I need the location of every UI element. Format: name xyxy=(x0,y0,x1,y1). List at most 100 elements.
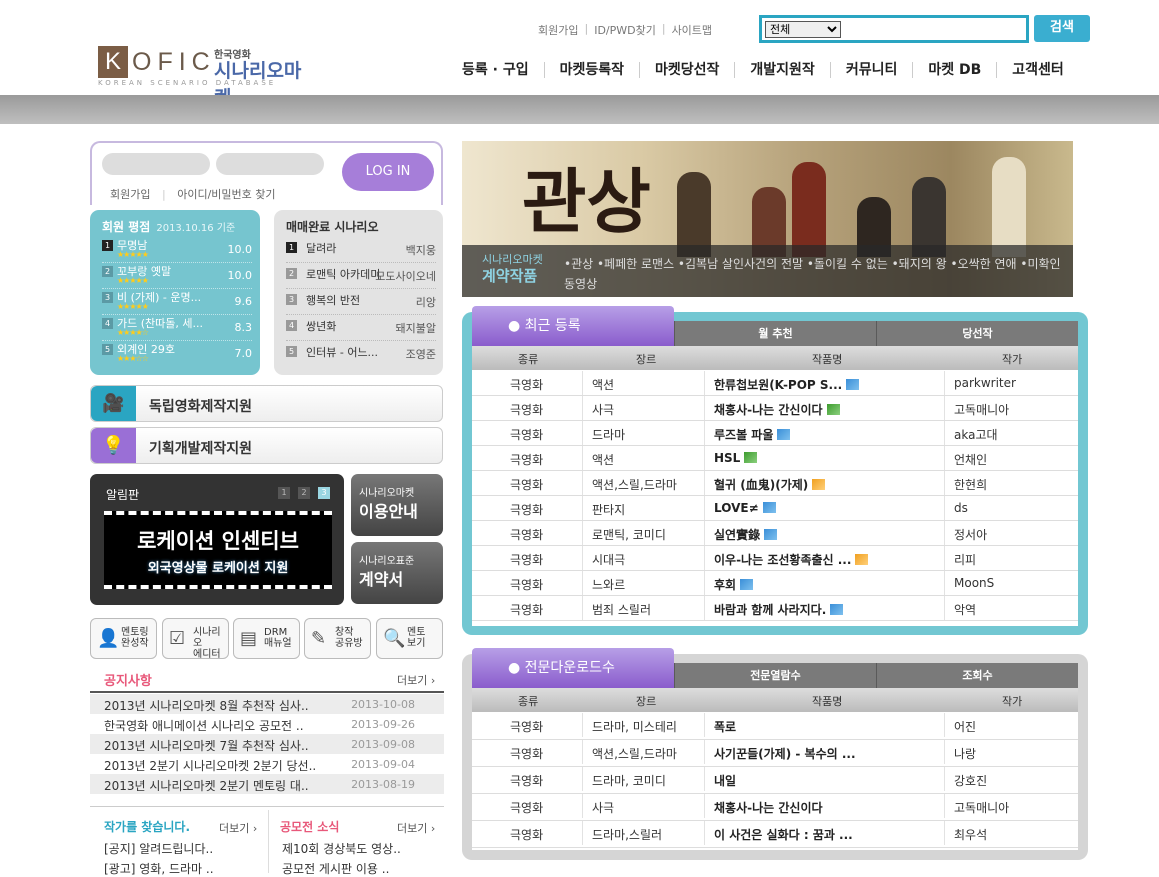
table-row[interactable]: 극영화 드라마,스릴러 이 사건은 실화다 : 꿈과 ... 최우석 xyxy=(472,821,1078,848)
table-row[interactable]: 극영화 액션 HSL 언채인 xyxy=(472,446,1078,471)
notice-item[interactable]: 2013년 시나리오마켓 8월 추천작 심사.. 2013-10-08 xyxy=(90,694,444,714)
table-row[interactable]: 극영화 느와르 후회 MoonS xyxy=(472,571,1078,596)
cell-title[interactable]: 폭로 xyxy=(714,718,949,735)
cell-genre: 판타지 xyxy=(592,503,626,517)
tab-downloads[interactable]: ● 전문다운로드수 xyxy=(472,648,674,688)
cell-title[interactable]: 채홍사-나는 간신이다 xyxy=(714,401,949,418)
nav-market-winners[interactable]: 마켓당선작 xyxy=(639,62,734,78)
sitemap-link[interactable]: 사이트맵 xyxy=(672,22,712,38)
table-row[interactable]: 극영화 범죄 스릴러 바람과 함께 사라지다. 악역 xyxy=(472,596,1078,621)
nav-community[interactable]: 커뮤니티 xyxy=(829,62,913,78)
cell-title[interactable]: HSL xyxy=(714,451,949,465)
rating-item[interactable]: 4 가드 (찬따돌, 세... ★★★★☆ 8.3 xyxy=(102,315,252,341)
tab-recent[interactable]: ● 최근 등록 xyxy=(472,306,674,346)
cell-type: 극영화 xyxy=(510,503,544,517)
table-row[interactable]: 극영화 액션,스릴,드라마 사기꾼들(가제) - 복수의 ... 나랑 xyxy=(472,740,1078,767)
table-row[interactable]: 극영화 로맨틱, 코미디 실연實錄 정서아 xyxy=(472,521,1078,546)
notices-more-link[interactable]: 더보기 › xyxy=(397,672,435,688)
tab-monthly-pick[interactable]: 월 추천 xyxy=(674,321,876,346)
indie-film-support-button[interactable]: 🎥 독립영화제작지원 xyxy=(90,385,443,422)
cell-title[interactable]: 내일 xyxy=(714,772,949,789)
cell-author: 최우석 xyxy=(954,828,988,842)
table-row[interactable]: 극영화 판타지 LOVE≠ ds xyxy=(472,496,1078,521)
notice-item[interactable]: 2013년 시나리오마켓 7월 추천작 심사.. 2013-09-08 xyxy=(90,734,444,754)
board-page-3[interactable]: 3 xyxy=(318,487,330,499)
planning-support-button[interactable]: 💡 기획개발제작지원 xyxy=(90,427,443,464)
table-row[interactable]: 극영화 액션 한류첩보원(K-POP S... parkwriter xyxy=(472,371,1078,396)
sold-item[interactable]: 5 인터뷰 - 어느... 조영준 xyxy=(286,341,436,367)
tab-views[interactable]: 조회수 xyxy=(876,663,1078,688)
cell-title[interactable]: 한류첩보원(K-POP S... xyxy=(714,376,949,393)
table-row[interactable]: 극영화 드라마, 코미디 내일 강호진 xyxy=(472,767,1078,794)
mentoring-works-button[interactable]: 👤 멘토링 완성작 xyxy=(90,618,157,659)
contest-item[interactable]: 제10회 경상북도 영상.. xyxy=(282,840,442,857)
cell-title[interactable]: 이 사건은 실화다 : 꿈과 ... xyxy=(714,826,949,843)
view-mentors-button[interactable]: 🔍 멘토 보기 xyxy=(376,618,443,659)
cell-title[interactable]: 실연實錄 xyxy=(714,526,949,543)
rating-item[interactable]: 3비 (가제) - 운명... ★★★★★ 9.6 xyxy=(102,289,252,315)
contracted-works-banner[interactable]: 관상 시나리오마켓 계약작품 •관상 •페페한 로맨스 •김복남 살인사건의 전… xyxy=(462,141,1073,297)
sold-item[interactable]: 4 쌍년화 돼지불알 xyxy=(286,315,436,341)
password-input[interactable] xyxy=(216,153,324,175)
table-row[interactable]: 극영화 사극 채홍사-나는 간신이다 고독매니아 xyxy=(472,396,1078,421)
find-writer-item[interactable]: [공지] 알려드립니다.. xyxy=(104,840,264,857)
contest-more-link[interactable]: 더보기 › xyxy=(397,820,435,836)
nav-market-db[interactable]: 마켓 DB xyxy=(912,62,996,78)
cell-title[interactable]: 채홍사-나는 간신이다 xyxy=(714,799,949,816)
cell-type: 극영화 xyxy=(510,453,544,467)
cell-title[interactable]: 사기꾼들(가제) - 복수의 ... xyxy=(714,745,949,762)
id-input[interactable] xyxy=(102,153,210,175)
table-row[interactable]: 극영화 드라마 루즈볼 파울 aka고대 xyxy=(472,421,1078,446)
cell-title[interactable]: 바람과 함께 사라지다. xyxy=(714,601,949,618)
search-button[interactable]: 검색 xyxy=(1034,15,1090,42)
rating-item[interactable]: 5 외계인 29호 ★★★☆☆ 7.0 xyxy=(102,341,252,367)
cell-title[interactable]: 혈귀 (血鬼)(가제) xyxy=(714,476,949,493)
login-button[interactable]: LOG IN xyxy=(342,153,434,191)
table-row[interactable]: 극영화 액션,스릴,드라마 혈귀 (血鬼)(가제) 한현희 xyxy=(472,471,1078,496)
flag-icon xyxy=(777,429,791,440)
table-row[interactable]: 극영화 사극 채홍사-나는 간신이다 고독매니아 xyxy=(472,794,1078,821)
cell-genre: 느와르 xyxy=(592,578,626,592)
cell-type: 극영화 xyxy=(510,378,544,392)
notice-item[interactable]: 한국영화 애니메이션 시나리오 공모전 .. 2013-09-26 xyxy=(90,714,444,734)
sold-item[interactable]: 1 달려라 백지웅 xyxy=(286,237,436,263)
join-link[interactable]: 회원가입 xyxy=(538,22,578,38)
find-writer-more-link[interactable]: 더보기 › xyxy=(219,820,257,836)
rating-item[interactable]: 1 무명남 ★★★★★ 10.0 xyxy=(102,237,252,263)
creative-share-button[interactable]: ✎ 창작 공유방 xyxy=(304,618,371,659)
nav-register[interactable]: 등록 · 구입 xyxy=(462,62,544,78)
notice-item[interactable]: 2013년 시나리오마켓 2분기 멘토링 대.. 2013-08-19 xyxy=(90,774,444,794)
board-headline: 로케이션 인센티브 xyxy=(137,529,299,553)
drm-manual-button[interactable]: ▤ DRM 매뉴얼 xyxy=(233,618,300,659)
find-id-link[interactable]: ID/PWD찾기 xyxy=(594,22,656,38)
cell-title[interactable]: 이우-나는 조선황족출신 ... xyxy=(714,551,949,568)
rating-item[interactable]: 2 꼬부랑 옛말 ★★★★★ 10.0 xyxy=(102,263,252,289)
scenario-editor-button[interactable]: ☑ 시나리오 에디터 xyxy=(162,618,229,660)
find-account-link[interactable]: 아이디/비밀번호 찾기 xyxy=(177,188,275,201)
board-page-1[interactable]: 1 xyxy=(278,487,290,499)
cell-title[interactable]: LOVE≠ xyxy=(714,501,949,515)
nav-market-registered[interactable]: 마켓등록작 xyxy=(543,62,639,78)
standard-contract-button[interactable]: 시나리오표준 계약서 xyxy=(351,542,443,604)
table-row[interactable]: 극영화 시대극 이우-나는 조선황족출신 ... 리피 xyxy=(472,546,1078,571)
table-row[interactable]: 극영화 드라마, 미스테리 폭로 어진 xyxy=(472,713,1078,740)
nav-customer-center[interactable]: 고객센터 xyxy=(996,62,1079,78)
tab-views-full[interactable]: 전문열람수 xyxy=(674,663,876,688)
sold-item[interactable]: 2 로맨틱 아카데미 모도사이오네 xyxy=(286,263,436,289)
usage-guide-button[interactable]: 시나리오마켓 이용안내 xyxy=(351,474,443,536)
find-writer-item[interactable]: [광고] 영화, 드라마 .. xyxy=(104,860,264,877)
tab-winners[interactable]: 당선작 xyxy=(876,321,1078,346)
kofic-logo[interactable]: K OFIC 한국영화 시나리오마켓 KOREAN SCENARIO DATAB… xyxy=(98,46,318,109)
cell-title[interactable]: 후회 xyxy=(714,576,949,593)
search-category-select[interactable]: 전체 xyxy=(765,21,841,38)
notice-item[interactable]: 2013년 2분기 시나리오마켓 2분기 당선.. 2013-09-04 xyxy=(90,754,444,774)
nav-dev-support[interactable]: 개발지원작 xyxy=(734,62,829,78)
login-join-link[interactable]: 회원가입 xyxy=(110,188,150,201)
banner-titles[interactable]: •관상 •페페한 로맨스 •김복남 살인사건의 전말 •돌이킬 수 없는 •돼지… xyxy=(564,254,1064,294)
board-banner[interactable]: 로케이션 인센티브 외국영상물 로케이션 지원 xyxy=(104,511,332,589)
search-box[interactable]: 전체 xyxy=(759,15,1029,43)
cell-title[interactable]: 루즈볼 파울 xyxy=(714,426,949,443)
board-page-2[interactable]: 2 xyxy=(298,487,310,499)
contest-item[interactable]: 공모전 게시판 이용 .. xyxy=(282,860,442,877)
sold-item[interactable]: 3 행복의 반전 리앙 xyxy=(286,289,436,315)
